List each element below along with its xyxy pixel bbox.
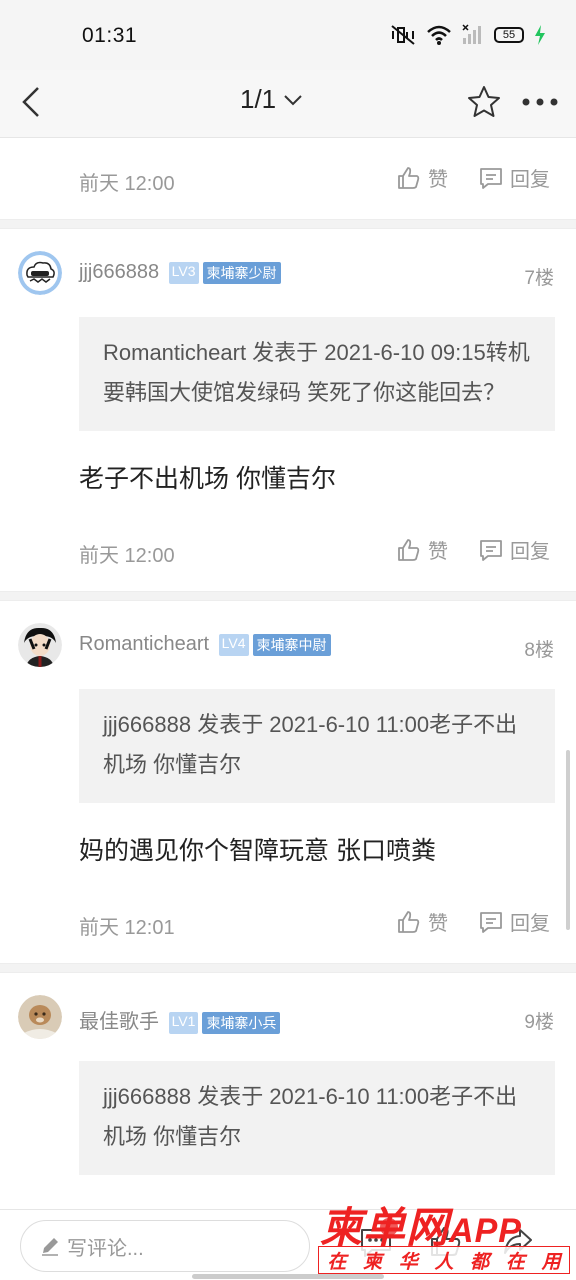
like-post-button[interactable] bbox=[428, 1224, 468, 1264]
level-badge: LV3 bbox=[168, 262, 199, 284]
username[interactable]: Romanticheart LV4 柬埔寨中尉 bbox=[79, 633, 331, 656]
avatar[interactable] bbox=[18, 623, 62, 667]
comment-icon bbox=[480, 167, 502, 189]
status-time: 01:31 bbox=[82, 24, 138, 47]
cloud-avatar-icon bbox=[18, 251, 62, 295]
share-icon bbox=[504, 1229, 532, 1254]
page-selector[interactable]: 1/1 bbox=[240, 84, 304, 115]
photo-avatar-icon bbox=[18, 995, 62, 1039]
status-icons: 55 bbox=[390, 24, 546, 46]
username[interactable]: 最佳歌手 LV1 柬埔寨小兵 bbox=[79, 1005, 281, 1034]
bottom-action-bar: 写评论... bbox=[0, 1209, 576, 1280]
reply-label: 回复 bbox=[510, 541, 550, 563]
quoted-reply[interactable]: jjj666888 发表于 2021-6-10 11:00老子不出机场 你懂吉尔 bbox=[79, 1061, 555, 1175]
chevron-down-icon bbox=[284, 94, 302, 105]
divider bbox=[0, 963, 576, 973]
mute-vibrate-icon bbox=[391, 25, 415, 45]
title-badge: 柬埔寨小兵 bbox=[202, 1012, 281, 1034]
thumbs-up-icon bbox=[398, 166, 420, 189]
divider bbox=[0, 219, 576, 229]
avatar[interactable] bbox=[18, 995, 62, 1039]
like-button[interactable]: 赞 bbox=[396, 907, 448, 936]
user-badges: LV4 柬埔寨中尉 bbox=[218, 634, 331, 656]
battery-icon: 55 bbox=[494, 27, 524, 43]
reply-label: 回复 bbox=[510, 913, 550, 935]
thumbs-up-icon bbox=[398, 538, 420, 561]
page-indicator-label: 1/1 bbox=[240, 84, 277, 114]
quoted-reply[interactable]: Romanticheart 发表于 2021-6-10 09:15转机要韩国大使… bbox=[79, 317, 555, 431]
thumbs-up-icon bbox=[431, 1227, 461, 1256]
username-text: Romanticheart bbox=[79, 633, 210, 655]
post-time: 前天 12:00 bbox=[79, 545, 175, 567]
level-badge: LV4 bbox=[218, 634, 249, 656]
comment-icon bbox=[480, 539, 502, 561]
anime-avatar-icon bbox=[18, 623, 62, 667]
post-content: 老子不出机场 你懂吉尔 bbox=[79, 465, 336, 493]
scrollbar[interactable] bbox=[566, 750, 570, 930]
share-button[interactable] bbox=[500, 1224, 540, 1264]
like-label: 赞 bbox=[428, 541, 448, 563]
chevron-left-icon bbox=[22, 87, 39, 117]
title-badge: 柬埔寨少尉 bbox=[202, 262, 281, 284]
comment-count-badge: 1 bbox=[380, 1218, 398, 1236]
post-time: 前天 12:01 bbox=[79, 917, 175, 939]
comment-icon bbox=[480, 911, 502, 933]
floor-number: 7楼 bbox=[524, 268, 554, 289]
post-item: 最佳歌手 LV1 柬埔寨小兵 9楼 jjj666888 发表于 2021-6-1… bbox=[0, 973, 576, 1175]
avatar[interactable] bbox=[18, 251, 62, 295]
status-bar: 01:31 55 bbox=[0, 0, 576, 70]
comment-feed[interactable]: 前天 12:00 赞 回复 jjj666888 LV3 柬埔寨少尉 7楼 Rom… bbox=[0, 139, 576, 1209]
post-item: Romanticheart LV4 柬埔寨中尉 8楼 jjj666888 发表于… bbox=[0, 601, 576, 963]
post-item: jjj666888 LV3 柬埔寨少尉 7楼 Romanticheart 发表于… bbox=[0, 229, 576, 591]
post-actions: 前天 12:00 赞 回复 bbox=[0, 139, 576, 219]
top-nav-bar: 1/1 bbox=[0, 70, 576, 138]
thumbs-up-icon bbox=[398, 910, 420, 933]
username-text: jjj666888 bbox=[79, 261, 160, 283]
post-actions: 前天 12:00 赞 回复 bbox=[0, 511, 576, 591]
floor-number: 8楼 bbox=[524, 640, 554, 661]
reply-button[interactable]: 回复 bbox=[478, 535, 550, 564]
comment-input[interactable]: 写评论... bbox=[20, 1220, 310, 1272]
username-text: 最佳歌手 bbox=[79, 1011, 159, 1033]
floor-number: 9楼 bbox=[524, 1012, 554, 1033]
post-actions: 前天 12:01 赞 回复 bbox=[0, 883, 576, 963]
home-indicator[interactable] bbox=[192, 1274, 384, 1279]
divider bbox=[0, 591, 576, 601]
post-header: Romanticheart LV4 柬埔寨中尉 8楼 bbox=[0, 601, 576, 689]
wifi-icon bbox=[427, 25, 451, 45]
like-label: 赞 bbox=[428, 913, 448, 935]
like-button[interactable]: 赞 bbox=[396, 535, 448, 564]
signal-icon bbox=[462, 24, 481, 44]
like-label: 赞 bbox=[428, 169, 448, 191]
level-badge: LV1 bbox=[168, 1012, 199, 1034]
reply-button[interactable]: 回复 bbox=[478, 163, 550, 192]
back-button[interactable] bbox=[14, 82, 54, 122]
quoted-reply[interactable]: jjj666888 发表于 2021-6-10 11:00老子不出机场 你懂吉尔 bbox=[79, 689, 555, 803]
user-badges: LV3 柬埔寨少尉 bbox=[168, 262, 281, 284]
user-badges: LV1 柬埔寨小兵 bbox=[168, 1012, 281, 1034]
title-badge: 柬埔寨中尉 bbox=[252, 634, 331, 656]
post-time: 前天 12:00 bbox=[79, 173, 175, 195]
reply-label: 回复 bbox=[510, 169, 550, 191]
post-header: jjj666888 LV3 柬埔寨少尉 7楼 bbox=[0, 229, 576, 317]
charging-icon bbox=[535, 25, 545, 45]
username[interactable]: jjj666888 LV3 柬埔寨少尉 bbox=[79, 261, 281, 284]
comment-placeholder: 写评论... bbox=[67, 1237, 144, 1260]
reply-button[interactable]: 回复 bbox=[478, 907, 550, 936]
favorite-button[interactable] bbox=[464, 82, 504, 122]
post-header: 最佳歌手 LV1 柬埔寨小兵 9楼 bbox=[0, 973, 576, 1061]
more-dots-icon bbox=[522, 98, 558, 106]
star-icon bbox=[468, 86, 500, 117]
like-button[interactable]: 赞 bbox=[396, 163, 448, 192]
post-content: 妈的遇见你个智障玩意 张口喷粪 bbox=[79, 837, 436, 865]
pencil-icon bbox=[42, 1238, 58, 1256]
more-options-button[interactable] bbox=[518, 82, 562, 122]
